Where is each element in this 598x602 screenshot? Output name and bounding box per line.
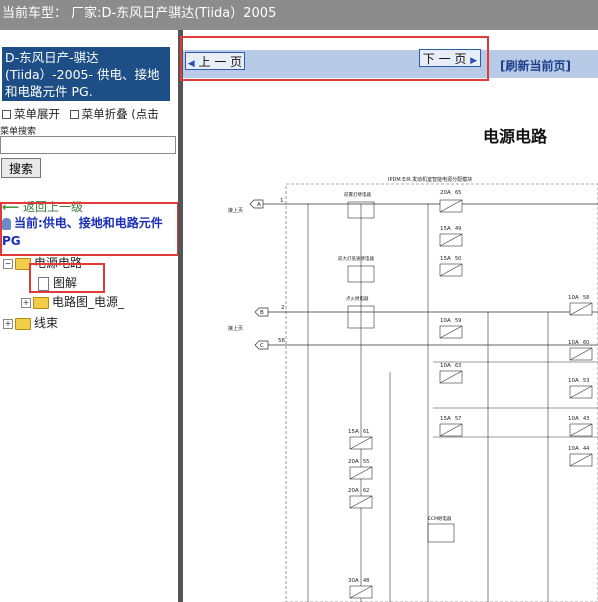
highlight-box-current xyxy=(0,202,178,256)
wire-1: 1 xyxy=(280,198,284,204)
svg-text:63: 63 xyxy=(455,363,461,369)
relay-2-label: 前大灯低速继电器 xyxy=(338,255,374,262)
wire-2: 2 xyxy=(281,305,285,311)
fuse: 10A 63 xyxy=(439,363,463,384)
expand-icon xyxy=(2,110,11,119)
module-header: IPDM E/R 发动机室智能电源分配模块 xyxy=(388,176,472,183)
svg-text:60: 60 xyxy=(583,340,589,346)
tree-item-harness[interactable]: + 线束 xyxy=(3,314,58,331)
menu-expand-link[interactable]: 菜单展开 xyxy=(14,107,60,121)
svg-text:53: 53 xyxy=(583,378,589,384)
top-info-bar: 当前车型： 厂家:D-东风日产骐达(Tiida）2005 xyxy=(0,0,598,30)
tree-label: 电路图_电源_ xyxy=(52,295,125,309)
svg-text:20A: 20A xyxy=(440,190,451,196)
connector-label-1: 接上页 xyxy=(228,207,243,214)
svg-text:44: 44 xyxy=(583,446,589,452)
connector-c: C xyxy=(260,343,264,349)
svg-text:61: 61 xyxy=(363,429,369,435)
refresh-page-link[interactable]: [刷新当前页] xyxy=(500,57,571,74)
svg-text:57: 57 xyxy=(455,416,461,422)
svg-text:10A: 10A xyxy=(568,378,579,384)
fuse: 15A 49 xyxy=(439,226,463,247)
folder-icon xyxy=(33,296,49,309)
vehicle-model-label: 当前车型： 厂家:D-东风日产骐达(Tiida）2005 xyxy=(2,6,277,21)
fuse: 10A 44 xyxy=(568,446,593,467)
fuse: 10A 60 xyxy=(568,340,593,361)
svg-text:10A: 10A xyxy=(568,416,579,422)
connector-b: B xyxy=(260,310,264,316)
module-outline xyxy=(285,183,598,602)
svg-text:10A: 10A xyxy=(440,318,451,324)
relay-4-label: ECM继电器 xyxy=(428,515,452,522)
fuse: 10A 43 xyxy=(568,416,593,437)
svg-text:10A: 10A xyxy=(568,446,579,452)
fuse: 15A 61 xyxy=(348,429,373,450)
fuse: 15A 50 xyxy=(439,256,463,277)
doc-title: 电源电路 xyxy=(483,127,548,146)
sidebar: D-东风日产-骐达(Tiida）-2005- 供电、接地和电路元件 PG. 菜单… xyxy=(0,30,178,602)
fuse: 15A 57 xyxy=(439,416,463,437)
relay-1-label: 前雾灯继电器 xyxy=(344,191,371,198)
fuse: 30A 48 xyxy=(348,578,373,599)
connector-a: A xyxy=(257,202,261,208)
fuse: 20A 62 xyxy=(348,488,373,509)
svg-text:49: 49 xyxy=(455,226,461,232)
svg-text:15A: 15A xyxy=(440,416,451,422)
svg-text:15A: 15A xyxy=(440,256,451,262)
collapse-icon xyxy=(69,110,79,119)
fuse: 20A 65 xyxy=(439,190,463,213)
svg-text:15A: 15A xyxy=(440,226,451,232)
fuse: 10A 59 xyxy=(439,318,463,339)
folder-icon xyxy=(15,317,31,330)
svg-text:43: 43 xyxy=(583,416,589,422)
collapse-node-icon: − xyxy=(3,258,13,269)
svg-text:58: 58 xyxy=(583,295,589,301)
expand-node-icon: + xyxy=(3,318,13,329)
svg-text:20A: 20A xyxy=(348,459,359,465)
search-input[interactable] xyxy=(0,136,176,154)
sidebar-title: D-东风日产-骐达(Tiida）-2005- 供电、接地和电路元件 PG. xyxy=(2,47,170,101)
menu-controls: 菜单展开 菜单折叠 (点击 xyxy=(2,106,159,122)
highlight-box-nav xyxy=(180,36,489,81)
fuse: 10A 58 xyxy=(568,295,593,316)
svg-text:55: 55 xyxy=(363,459,369,465)
svg-text:65: 65 xyxy=(455,190,461,196)
svg-text:50: 50 xyxy=(455,256,461,262)
tree-label: 线束 xyxy=(34,316,59,330)
svg-text:10A: 10A xyxy=(568,295,579,301)
svg-text:59: 59 xyxy=(455,318,461,324)
search-button[interactable]: 搜索 xyxy=(1,158,41,178)
relay-3-label: 点火继电器 xyxy=(346,295,369,302)
fuse: 10A 53 xyxy=(568,378,593,399)
svg-text:62: 62 xyxy=(363,488,369,494)
svg-text:15A: 15A xyxy=(348,429,359,435)
svg-text:30A: 30A xyxy=(348,578,359,584)
expand-node-icon: + xyxy=(21,297,31,308)
power-circuit-diagram: IPDM E/R 发动机室智能电源分配模块 接上页 A 1 接上页 B 2 C … xyxy=(228,176,598,602)
svg-text:10A: 10A xyxy=(568,340,579,346)
connector-label-2: 接上页 xyxy=(228,325,243,332)
menu-collapse-link[interactable]: 菜单折叠 (点击 xyxy=(82,107,159,121)
highlight-box-illustration xyxy=(29,263,105,293)
svg-text:20A: 20A xyxy=(348,488,359,494)
tree-item-wiring-diagram[interactable]: + 电路图_电源_ xyxy=(21,293,124,310)
svg-text:10A: 10A xyxy=(440,363,451,369)
svg-text:48: 48 xyxy=(363,578,369,584)
wire-56: 56 xyxy=(278,338,285,344)
fuse: 20A 55 xyxy=(348,459,373,480)
